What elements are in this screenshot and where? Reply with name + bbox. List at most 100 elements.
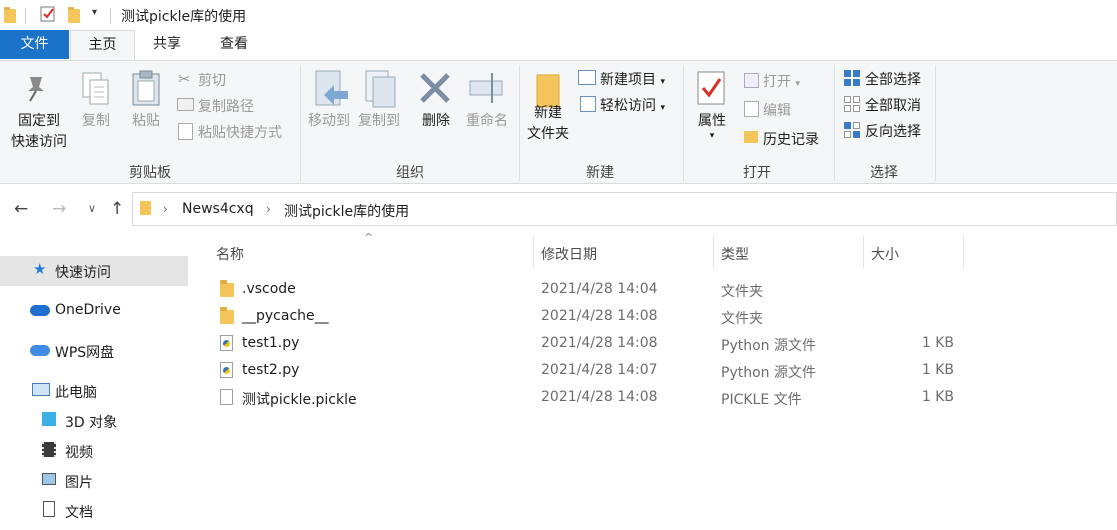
open-icon [744,73,759,88]
select-group-label: 选择 [870,165,898,181]
move-to-button[interactable]: 移动到 [304,111,354,132]
nav-item-3d-objects[interactable]: 3D 对象 [0,406,188,436]
invert-selection-icon [844,122,860,142]
column-divider[interactable] [963,236,964,268]
column-header-size[interactable]: 大小 [871,244,899,264]
nav-label: 视频 [65,445,93,461]
column-divider[interactable] [533,236,534,268]
address-bar[interactable] [132,192,1117,226]
forward-icon[interactable]: → [52,199,66,219]
file-type: Python 源文件 [721,365,816,381]
properties-button[interactable]: 属性 ▾ [690,111,734,141]
tab-home[interactable]: 主页 [70,30,135,61]
divider [519,65,520,181]
copy-to-button[interactable]: 复制到 [354,111,404,132]
nav-item-pictures[interactable]: 图片 [0,466,188,496]
table-row[interactable]: .vscode 2021/4/28 14:04 文件夹 [210,276,970,303]
edit-button[interactable]: 编辑 [763,100,791,120]
up-icon[interactable]: ↑ [110,199,124,219]
delete-button[interactable]: 删除 [414,111,458,132]
chevron-down-icon: ▾ [709,131,715,141]
tab-view[interactable]: 查看 [207,30,261,59]
new-folder-button[interactable]: 新建 文件夹 [522,103,574,145]
divider [935,65,936,181]
tab-file[interactable]: 文件 [0,30,69,59]
cloud-icon [30,305,50,316]
scissors-icon: ✂ [178,70,191,88]
history-button[interactable]: 历史记录 [763,129,819,149]
breadcrumb-item[interactable]: News4cxq [182,201,254,217]
file-name: test2.py [242,362,300,378]
column-divider[interactable] [713,236,714,268]
nav-item-this-pc[interactable]: 此电脑 [0,376,188,406]
nav-item-quick-access[interactable]: ★ 快速访问 [0,256,188,286]
table-row[interactable]: 测试pickle.pickle 2021/4/28 14:08 PICKLE 文… [210,384,970,411]
select-none-button[interactable]: 全部取消 [865,95,921,115]
copy-button[interactable]: 复制 [76,111,116,132]
file-name: .vscode [242,281,296,297]
ribbon-tabs: 文件 主页 共享 查看 [0,30,1117,61]
select-all-button[interactable]: 全部选择 [865,69,921,89]
nav-item-onedrive[interactable]: OneDrive [0,296,188,326]
chevron-down-icon: ▾ [795,79,800,89]
chevron-down-icon: ▾ [660,103,665,113]
nav-label: 文档 [65,505,93,521]
pin-quick-access-button[interactable]: 固定到 快速访问 [4,111,74,153]
nav-item-videos[interactable]: 视频 [0,436,188,466]
new-folder-line2: 文件夹 [527,126,569,142]
column-divider[interactable] [863,236,864,268]
file-name: 测试pickle.pickle [242,392,357,408]
nav-label: 3D 对象 [65,415,118,431]
column-header-date[interactable]: 修改日期 [541,244,597,264]
new-folder-line1: 新建 [534,105,562,121]
cut-button[interactable]: 剪切 [198,70,226,90]
recent-locations-chevron-icon[interactable]: ∨ [88,202,96,215]
tab-share[interactable]: 共享 [140,30,194,59]
select-none-icon [844,96,860,116]
chevron-right-icon[interactable]: › [163,202,168,216]
table-row[interactable]: test2.py 2021/4/28 14:07 Python 源文件 1 KB [210,357,970,384]
copy-to-icon [364,69,400,113]
paste-button[interactable]: 粘贴 [126,111,166,132]
organize-group-label: 组织 [396,165,424,181]
properties-icon [696,70,728,110]
breadcrumb-item[interactable]: 测试pickle库的使用 [284,201,409,221]
folder-icon [140,201,151,215]
rename-button[interactable]: 重命名 [460,111,514,132]
file-date: 2021/4/28 14:08 [541,308,658,324]
file-date: 2021/4/28 14:04 [541,281,658,297]
invert-selection-button[interactable]: 反向选择 [865,121,921,141]
customize-quick-access-icon[interactable]: ▾ [92,7,97,18]
python-file-icon [220,362,233,378]
table-row[interactable]: test1.py 2021/4/28 14:08 Python 源文件 1 KB [210,330,970,357]
video-icon [42,442,56,457]
rename-icon [468,71,506,109]
file-icon [220,389,233,405]
back-icon[interactable]: ← [14,199,28,219]
file-name: __pycache__ [242,308,329,324]
easy-access-button[interactable]: 轻松访问 ▾ [600,95,665,115]
new-item-icon [578,70,596,85]
column-header-type[interactable]: 类型 [721,244,749,264]
paste-shortcut-button[interactable]: 粘贴快捷方式 [198,122,282,142]
star-icon: ★ [33,260,47,278]
table-row[interactable]: __pycache__ 2021/4/28 14:08 文件夹 [210,303,970,330]
pin-label-line2: 快速访问 [11,134,67,150]
nav-label: 图片 [65,475,93,491]
column-header-name[interactable]: 名称 [216,244,244,264]
file-type: Python 源文件 [721,338,816,354]
new-item-button[interactable]: 新建项目 ▾ [600,69,665,89]
nav-item-documents[interactable]: 文档 [0,496,188,526]
file-type: 文件夹 [721,284,763,300]
computer-icon [32,383,50,396]
open-button[interactable]: 打开 ▾ [763,71,800,91]
picture-icon [42,473,56,485]
chevron-right-icon[interactable]: › [266,202,271,216]
properties-quick-icon[interactable] [40,6,56,22]
file-size: 1 KB [921,362,954,378]
new-folder-quick-icon[interactable] [68,7,80,23]
nav-item-wps-drive[interactable]: WPS网盘 [0,336,188,366]
python-file-icon [220,335,233,351]
copy-path-button[interactable]: 复制路径 [198,96,254,116]
paste-icon [130,69,162,111]
